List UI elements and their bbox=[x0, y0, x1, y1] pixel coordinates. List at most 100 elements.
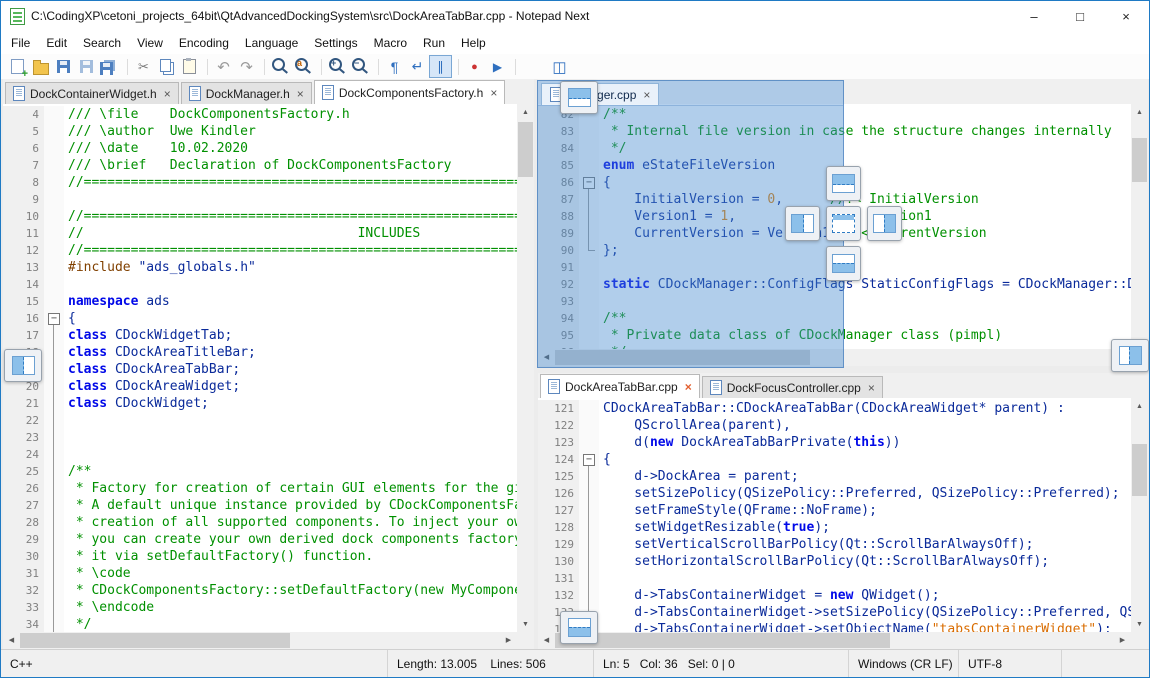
code-line: 20class CDockAreaWidget; bbox=[3, 378, 517, 395]
scrollbar-thumb[interactable] bbox=[518, 122, 533, 177]
zoom-out-icon[interactable] bbox=[350, 56, 371, 77]
cut-icon[interactable]: ✂ bbox=[133, 56, 154, 77]
fold-margin[interactable]: − bbox=[44, 310, 64, 327]
vertical-scrollbar[interactable]: ▲ ▼ bbox=[517, 104, 534, 632]
code-line: 121CDockAreaTabBar::CDockAreaTabBar(CDoc… bbox=[538, 400, 1131, 417]
replace-icon[interactable] bbox=[293, 56, 314, 77]
scroll-left-icon[interactable]: ◀ bbox=[3, 632, 20, 648]
scrollbar-thumb[interactable] bbox=[555, 633, 890, 648]
menu-edit[interactable]: Edit bbox=[38, 33, 75, 53]
line-number: 22 bbox=[3, 412, 44, 429]
save-copy-as-icon[interactable] bbox=[76, 56, 97, 77]
redo-icon[interactable]: ↷ bbox=[236, 56, 257, 77]
save-file-icon[interactable] bbox=[53, 56, 74, 77]
play-macro-icon[interactable]: ▶ bbox=[487, 56, 508, 77]
status-language[interactable]: C++ bbox=[1, 657, 387, 671]
tab-dockareatabbar-cpp[interactable]: DockAreaTabBar.cpp × bbox=[540, 374, 700, 398]
code-line: 134 d->TabsContainerWidget->setObjectNam… bbox=[538, 621, 1131, 632]
close-button[interactable]: × bbox=[1103, 1, 1149, 31]
vertical-scrollbar[interactable]: ▲ ▼ bbox=[1131, 104, 1148, 349]
code-line: 17class CDockWidgetTab; bbox=[3, 327, 517, 344]
show-whitespace-icon[interactable]: ¶ bbox=[384, 56, 405, 77]
close-tab-icon[interactable]: × bbox=[868, 381, 875, 395]
left-editor[interactable]: 4/// \file DockComponentsFactory.h5/// \… bbox=[3, 104, 534, 649]
code-text: { bbox=[64, 310, 517, 327]
left-tab-bar: DockContainerWidget.h×DockManager.h×Dock… bbox=[3, 79, 534, 105]
scrollbar-thumb[interactable] bbox=[1132, 138, 1147, 182]
drop-indicator-center[interactable] bbox=[826, 206, 861, 241]
code-line: 130 setHorizontalScrollBarPolicy(Qt::Scr… bbox=[538, 553, 1131, 570]
scroll-down-icon[interactable]: ▼ bbox=[517, 616, 534, 632]
tab-dockcomponentsfactory-h[interactable]: DockComponentsFactory.h× bbox=[314, 80, 506, 104]
copy-icon[interactable] bbox=[156, 56, 177, 77]
minimize-button[interactable]: – bbox=[1011, 1, 1057, 31]
scrollbar-thumb[interactable] bbox=[1132, 444, 1147, 496]
code-area[interactable]: 121CDockAreaTabBar::CDockAreaTabBar(CDoc… bbox=[538, 398, 1131, 632]
code-line: 27 * A default unique instance provided … bbox=[3, 497, 517, 514]
vertical-scrollbar[interactable]: ▲ ▼ bbox=[1131, 398, 1148, 632]
show-indent-guides-icon[interactable]: ∥ bbox=[430, 56, 451, 77]
tab-label: DockAreaTabBar.cpp bbox=[565, 380, 678, 394]
menu-file[interactable]: File bbox=[3, 33, 38, 53]
close-tab-icon[interactable]: × bbox=[490, 86, 497, 100]
code-text: class CDockWidget; bbox=[64, 395, 517, 412]
close-tab-icon[interactable]: × bbox=[164, 87, 171, 101]
menu-run[interactable]: Run bbox=[415, 33, 453, 53]
code-line: 128 setWidgetResizable(true); bbox=[538, 519, 1131, 536]
code-line: 15namespace ads bbox=[3, 293, 517, 310]
record-macro-icon[interactable]: ● bbox=[464, 56, 485, 77]
code-text: CDockAreaTabBar::CDockAreaTabBar(CDockAr… bbox=[599, 400, 1131, 417]
zoom-in-icon[interactable] bbox=[327, 56, 348, 77]
code-text: /// \author Uwe Kindler bbox=[64, 123, 517, 140]
horizontal-scrollbar[interactable]: ◀ ▶ bbox=[538, 632, 1131, 649]
menu-search[interactable]: Search bbox=[75, 33, 129, 53]
menu-view[interactable]: View bbox=[129, 33, 171, 53]
show-eol-icon[interactable]: ↵ bbox=[407, 56, 428, 77]
scrollbar-thumb[interactable] bbox=[20, 633, 290, 648]
window-layout-icon[interactable]: ◫ bbox=[549, 56, 570, 77]
horizontal-scrollbar[interactable]: ◀ ▶ bbox=[3, 632, 517, 649]
scroll-right-icon[interactable]: ▶ bbox=[500, 632, 517, 648]
new-file-icon[interactable] bbox=[7, 56, 28, 77]
drop-indicator-edge-left[interactable] bbox=[4, 349, 42, 382]
bottom-right-editor[interactable]: 121CDockAreaTabBar::CDockAreaTabBar(CDoc… bbox=[538, 398, 1148, 649]
line-number: 130 bbox=[538, 553, 579, 570]
menu-settings[interactable]: Settings bbox=[306, 33, 365, 53]
drop-indicator-edge-top[interactable] bbox=[560, 81, 598, 114]
fold-margin[interactable]: − bbox=[579, 451, 599, 468]
code-line: 32 * CDockComponentsFactory::setDefaultF… bbox=[3, 582, 517, 599]
open-file-icon[interactable] bbox=[30, 56, 51, 77]
drop-indicator-edge-bottom[interactable] bbox=[560, 611, 598, 644]
code-text: * creation of all supported components. … bbox=[64, 514, 517, 531]
drop-indicator-edge-right[interactable] bbox=[1111, 339, 1149, 372]
drop-indicator-bottom[interactable] bbox=[826, 246, 861, 281]
close-tab-icon[interactable]: × bbox=[297, 87, 304, 101]
maximize-button[interactable]: □ bbox=[1057, 1, 1103, 31]
status-encoding[interactable]: UTF-8 bbox=[959, 657, 1061, 671]
close-tab-icon[interactable]: × bbox=[685, 380, 692, 394]
scroll-right-icon[interactable]: ▶ bbox=[1114, 632, 1131, 648]
paste-icon[interactable] bbox=[179, 56, 200, 77]
drop-indicator-right[interactable] bbox=[867, 206, 902, 241]
menu-macro[interactable]: Macro bbox=[366, 33, 415, 53]
tab-dockmanager-h[interactable]: DockManager.h× bbox=[181, 82, 312, 104]
drop-indicator-top[interactable] bbox=[826, 166, 861, 201]
scroll-up-icon[interactable]: ▲ bbox=[1131, 104, 1148, 120]
code-area[interactable]: 4/// \file DockComponentsFactory.h5/// \… bbox=[3, 104, 517, 632]
code-line: 5/// \author Uwe Kindler bbox=[3, 123, 517, 140]
undo-icon[interactable]: ↶ bbox=[213, 56, 234, 77]
tab-dockfocuscontroller-cpp[interactable]: DockFocusController.cpp× bbox=[702, 376, 883, 398]
scroll-up-icon[interactable]: ▲ bbox=[1131, 398, 1148, 414]
drop-indicator-left[interactable] bbox=[785, 206, 820, 241]
save-all-icon[interactable] bbox=[99, 56, 120, 77]
find-icon[interactable] bbox=[270, 56, 291, 77]
tab-dockcontainerwidget-h[interactable]: DockContainerWidget.h× bbox=[5, 82, 179, 104]
menu-help[interactable]: Help bbox=[453, 33, 494, 53]
scroll-left-icon[interactable]: ◀ bbox=[538, 632, 555, 648]
code-text: // INCLUDES bbox=[64, 225, 517, 242]
scroll-down-icon[interactable]: ▼ bbox=[1131, 616, 1148, 632]
menu-language[interactable]: Language bbox=[237, 33, 306, 53]
status-eol-format[interactable]: Windows (CR LF) bbox=[849, 657, 958, 671]
menu-encoding[interactable]: Encoding bbox=[171, 33, 237, 53]
scroll-up-icon[interactable]: ▲ bbox=[517, 104, 534, 120]
